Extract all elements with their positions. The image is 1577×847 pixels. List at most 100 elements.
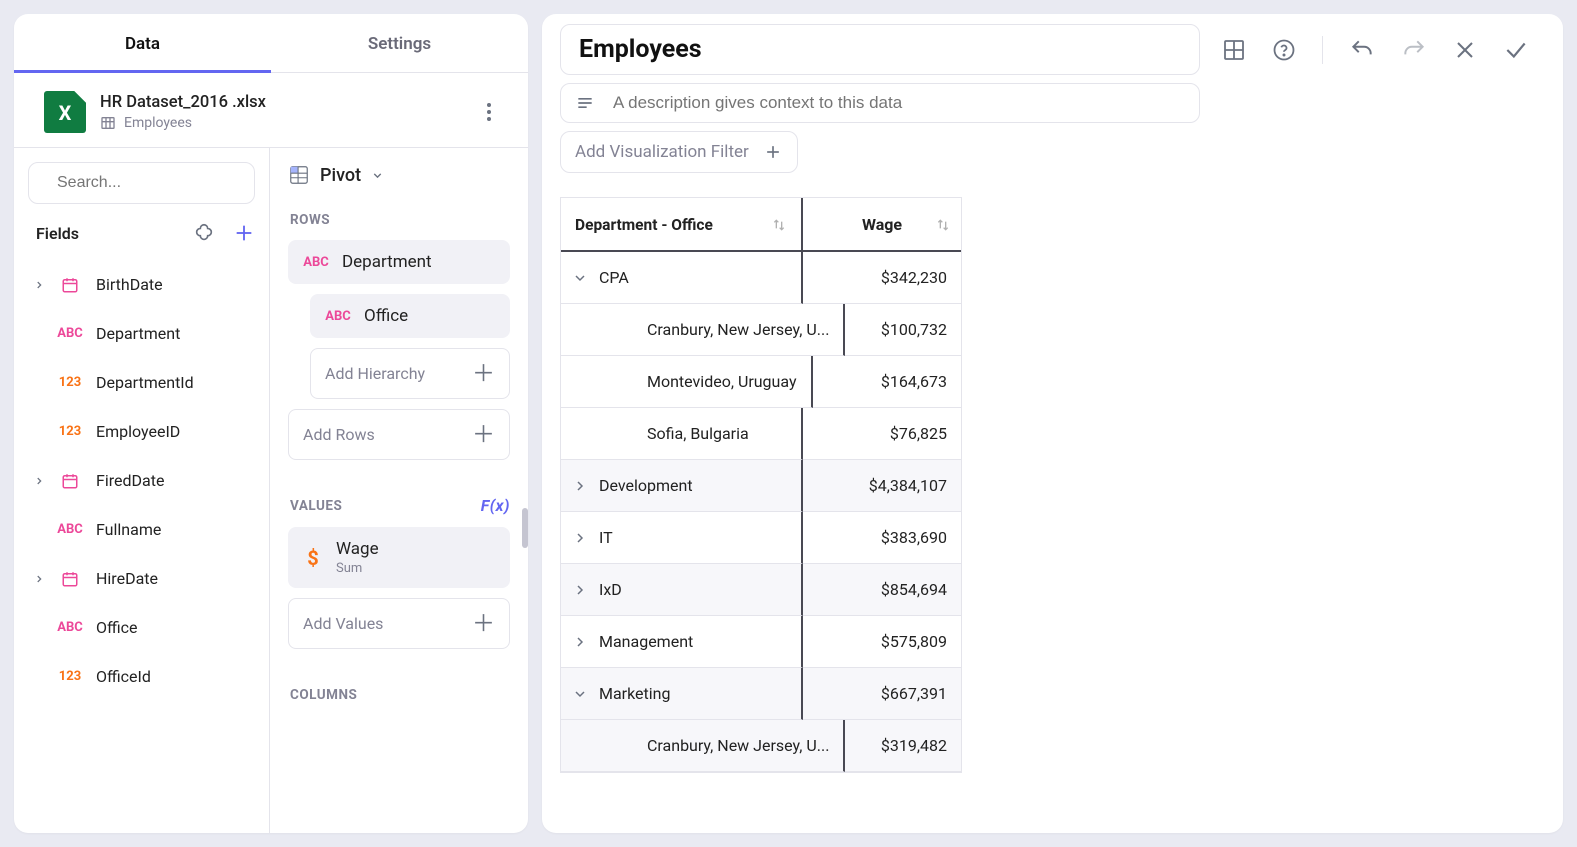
pivot-column-value[interactable]: Wage: [803, 198, 961, 250]
row-dimension-label: IxD: [599, 580, 622, 599]
row-dimension-cell: IT: [561, 512, 803, 564]
row-dimension-label: Marketing: [599, 684, 670, 703]
description-icon: [575, 93, 595, 113]
sort-icon[interactable]: [935, 217, 951, 233]
row-value-cell: $319,482: [845, 720, 961, 772]
add-field-button[interactable]: [233, 222, 255, 244]
pivot-icon: [288, 164, 310, 186]
columns-section-label: COLUMNS: [290, 687, 510, 703]
table-row[interactable]: CPA$342,230: [561, 252, 961, 304]
table-row[interactable]: Cranbury, New Jersey, U...$100,732: [561, 304, 961, 356]
field-item[interactable]: FiredDate: [14, 456, 269, 505]
row-value-cell: $383,690: [803, 512, 961, 564]
fx-button[interactable]: F(x): [481, 496, 510, 515]
date-type-icon: [56, 570, 84, 588]
table-row[interactable]: Sofia, Bulgaria $76,825: [561, 408, 961, 460]
config-scrollbar[interactable]: [522, 508, 528, 548]
rows-section-label: ROWS: [290, 212, 510, 228]
row-dimension-cell: Montevideo, Uruguay: [561, 356, 813, 408]
date-type-icon: [56, 472, 84, 490]
value-pill-wage-label: Wage: [336, 539, 379, 559]
field-item-label: DepartmentId: [96, 373, 194, 392]
fields-search-input[interactable]: [55, 173, 266, 193]
row-dimension-label: Montevideo, Uruguay: [647, 372, 797, 391]
add-hierarchy-button[interactable]: Add Hierarchy＋: [310, 348, 510, 399]
chevron-right-icon: [34, 574, 44, 584]
redo-icon[interactable]: [1401, 37, 1427, 63]
row-dimension-label: Sofia, Bulgaria: [647, 424, 749, 443]
undo-icon[interactable]: [1349, 37, 1375, 63]
field-item[interactable]: 123OfficeId: [14, 652, 269, 701]
confirm-icon[interactable]: [1503, 37, 1529, 63]
table-row[interactable]: Marketing $667,391: [561, 668, 961, 720]
tab-data[interactable]: Data: [14, 14, 271, 72]
row-dimension-cell: Management: [561, 616, 803, 668]
number-type-icon: 123: [56, 424, 84, 439]
row-value-cell: $575,809: [803, 616, 961, 668]
row-value-cell: $164,673: [813, 356, 961, 408]
add-visualization-filter[interactable]: Add Visualization Filter: [560, 131, 798, 173]
row-pill-office-label: Office: [364, 306, 408, 326]
number-type-icon: 123: [56, 669, 84, 684]
value-pill-wage[interactable]: $ Wage Sum: [288, 527, 510, 588]
ai-fields-icon[interactable]: [193, 222, 215, 244]
table-row[interactable]: Development$4,384,107: [561, 460, 961, 512]
chevron-down-icon: [371, 169, 384, 182]
number-type-icon: 123: [56, 375, 84, 390]
row-pill-department[interactable]: ABC Department: [288, 240, 510, 284]
chevron-right-icon[interactable]: [571, 530, 589, 546]
chevron-right-icon: [34, 476, 44, 486]
table-row[interactable]: Cranbury, New Jersey, U... $319,482: [561, 720, 961, 772]
text-type-icon: ABC: [56, 522, 84, 537]
table-row[interactable]: IxD $854,694: [561, 564, 961, 616]
visualization-panel: Employees: [542, 14, 1563, 833]
dataset-more-menu[interactable]: [478, 103, 500, 121]
grid-view-icon[interactable]: [1222, 38, 1246, 62]
row-value-cell: $667,391: [803, 668, 961, 720]
visualization-type-picker[interactable]: Pivot: [288, 164, 510, 186]
chevron-down-icon[interactable]: [571, 270, 589, 286]
chevron-right-icon[interactable]: [571, 478, 589, 494]
field-item[interactable]: ABCDepartment: [14, 309, 269, 358]
excel-file-icon: [44, 91, 86, 133]
dataset-header: HR Dataset_2016 .xlsx Employees: [14, 73, 528, 147]
tab-settings[interactable]: Settings: [271, 14, 528, 72]
field-item-label: BirthDate: [96, 275, 163, 294]
field-item[interactable]: ABCFullname: [14, 505, 269, 554]
field-item-label: Office: [96, 618, 138, 637]
field-item[interactable]: HireDate: [14, 554, 269, 603]
plus-icon: ＋: [472, 362, 495, 385]
field-item[interactable]: BirthDate: [14, 260, 269, 309]
chevron-down-icon[interactable]: [571, 686, 589, 702]
visualization-description[interactable]: [560, 83, 1200, 123]
table-row[interactable]: IT$383,690: [561, 512, 961, 564]
fields-search[interactable]: [28, 162, 255, 204]
field-item-label: EmployeeID: [96, 422, 180, 441]
visualization-description-input[interactable]: [611, 92, 1185, 114]
visualization-title[interactable]: Employees: [560, 24, 1200, 75]
text-type-icon: ABC: [56, 620, 84, 635]
row-value-cell: $76,825: [803, 408, 961, 460]
add-rows-button[interactable]: Add Rows＋: [288, 409, 510, 460]
row-value-cell: $100,732: [845, 304, 961, 356]
row-value-cell: $854,694: [803, 564, 961, 616]
field-item-label: Department: [96, 324, 180, 343]
row-dimension-label: Development: [599, 476, 693, 495]
row-dimension-label: Cranbury, New Jersey, U...: [647, 736, 829, 755]
pivot-column-dimension[interactable]: Department - Office: [561, 198, 803, 250]
close-icon[interactable]: [1453, 38, 1477, 62]
sort-icon[interactable]: [771, 217, 787, 233]
row-pill-office[interactable]: ABC Office: [310, 294, 510, 338]
add-values-button[interactable]: Add Values＋: [288, 598, 510, 649]
text-type-icon: ABC: [324, 309, 352, 324]
field-item[interactable]: 123 EmployeeID: [14, 407, 269, 456]
field-item[interactable]: 123 DepartmentId: [14, 358, 269, 407]
table-row[interactable]: Montevideo, Uruguay $164,673: [561, 356, 961, 408]
help-icon[interactable]: [1272, 38, 1296, 62]
chevron-right-icon[interactable]: [571, 582, 589, 598]
chevron-right-icon[interactable]: [571, 634, 589, 650]
currency-type-icon: $: [302, 546, 324, 570]
pivot-table-body: CPA$342,230Cranbury, New Jersey, U...$10…: [561, 252, 961, 772]
table-row[interactable]: Management$575,809: [561, 616, 961, 668]
field-item[interactable]: ABC Office: [14, 603, 269, 652]
